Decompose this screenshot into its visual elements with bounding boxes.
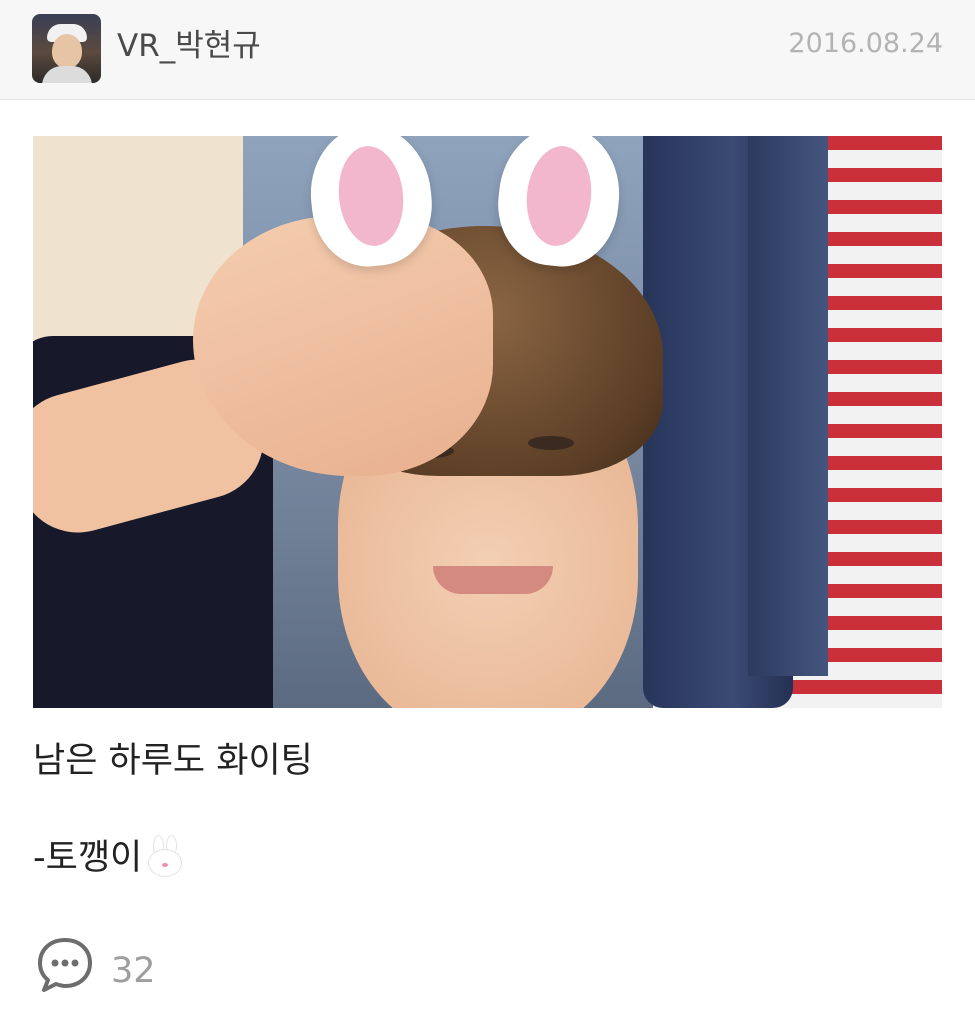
photo-jeans-2: [748, 136, 828, 676]
avatar-face: [52, 34, 82, 68]
caption-line-2-container: -토깽이: [33, 835, 184, 881]
post-date: 2016.08.24: [788, 28, 943, 59]
avatar-shirt: [42, 66, 92, 83]
rabbit-face-icon: [146, 835, 184, 877]
comment-count[interactable]: 32: [111, 950, 156, 992]
post-header: VR_박현규 2016.08.24: [0, 0, 975, 100]
username[interactable]: VR_박현규: [117, 26, 261, 66]
caption-line-2: -토깽이: [33, 838, 143, 878]
bunny-ear-right-inner: [521, 142, 597, 250]
photo-eye-right: [528, 436, 574, 450]
caption-line-1: 남은 하루도 화이팅: [33, 741, 313, 781]
comment-icon[interactable]: [36, 936, 94, 994]
avatar[interactable]: [32, 14, 101, 83]
post-photo[interactable]: [33, 136, 942, 708]
photo-mouth: [433, 566, 553, 594]
bunny-ear-left-inner: [333, 142, 409, 250]
